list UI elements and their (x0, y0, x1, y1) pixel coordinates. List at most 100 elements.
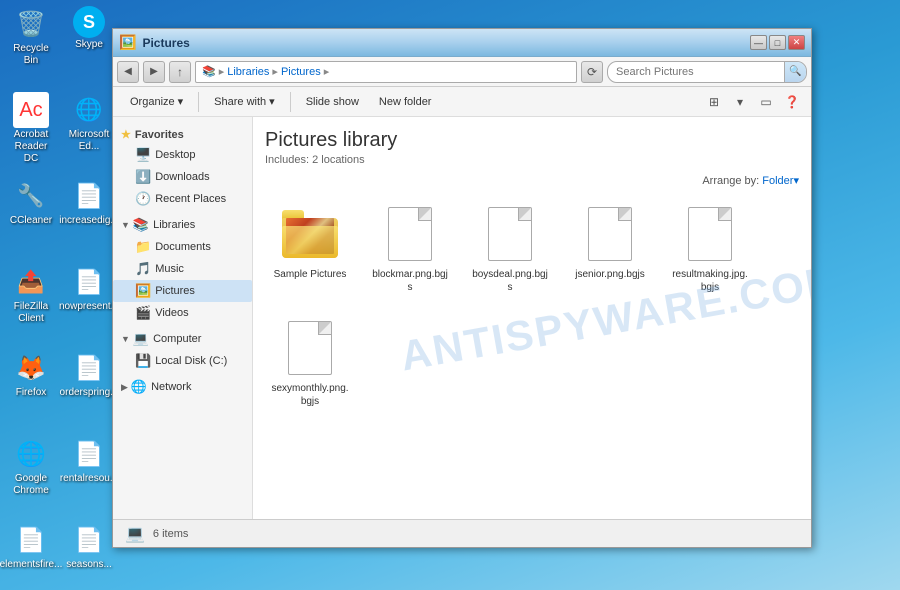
breadcrumb-libraries-label[interactable]: Libraries (227, 66, 269, 78)
sidebar-item-localdisk[interactable]: 💾 Local Disk (C:) (113, 350, 252, 372)
file-item-sexymonthly[interactable]: sexymonthly.png.bgjs (265, 311, 355, 415)
close-button[interactable]: ✕ (788, 35, 805, 50)
orderspring-label: orderspring... (60, 387, 119, 399)
preview-pane-button[interactable]: ▭ (755, 91, 777, 113)
computer-header[interactable]: ▼ 💻 Computer (113, 328, 252, 350)
documents-icon: 📁 (135, 239, 151, 255)
acrobat-icon: Ac (13, 92, 49, 128)
help-button[interactable]: ❓ (781, 91, 803, 113)
file-item-jsenior[interactable]: jsenior.png.bgjs (565, 197, 655, 301)
search-input[interactable] (608, 66, 784, 78)
organize-arrow: ▾ (178, 95, 184, 108)
file-item-boysdeal[interactable]: boysdeal.png.bgjs (465, 197, 555, 301)
downloads-label: Downloads (155, 171, 209, 183)
desktop-icon-skype[interactable]: S Skype (62, 4, 116, 53)
pictures-icon: 🖼️ (135, 283, 151, 299)
sidebar-item-recent[interactable]: 🕐 Recent Places (113, 188, 252, 210)
window-icon: 🖼️ (119, 34, 136, 51)
file-label-jsenior: jsenior.png.bgjs (575, 268, 645, 281)
slideshow-label: Slide show (306, 96, 359, 108)
favorites-header[interactable]: ★ Favorites (113, 125, 252, 144)
sidebar-item-documents[interactable]: 📁 Documents (113, 236, 252, 258)
file-label-resultmaking: resultmaking.jpg.bgjs (670, 268, 750, 294)
desktop-icon-filezilla[interactable]: 📤 FileZilla Client (4, 262, 58, 327)
orderspring-icon: 📄 (71, 350, 107, 386)
address-bar: ◀ ▶ ↑ 📚 ▸ Libraries ▸ Pictures ▸ ⟳ 🔍 (113, 57, 811, 87)
skype-label: Skype (75, 39, 103, 51)
files-grid: Sample Pictures blockmar.png.bgjs boysde… (265, 197, 799, 415)
arrange-value[interactable]: Folder (762, 175, 793, 187)
sidebar-item-videos[interactable]: 🎬 Videos (113, 302, 252, 324)
share-with-button[interactable]: Share with ▾ (205, 90, 284, 114)
desktop-icon-rentalresou[interactable]: 📄 rentalresou... (62, 434, 116, 487)
recycle-bin-icon: 🗑️ (13, 6, 49, 42)
window-controls: — □ ✕ (750, 35, 805, 50)
sidebar-item-downloads[interactable]: ⬇️ Downloads (113, 166, 252, 188)
file-item-resultmaking[interactable]: resultmaking.jpg.bgjs (665, 197, 755, 301)
file-label-blockmar: blockmar.png.bgjs (370, 268, 450, 294)
statusbar-count: 6 items (153, 528, 188, 540)
desktop-icon-nowpresent[interactable]: 📄 nowpresent... (62, 262, 116, 315)
increasedig-label: increasedig... (59, 215, 118, 227)
computer-label: Computer (153, 333, 201, 345)
folder-icon-sample (280, 204, 340, 264)
sidebar-item-desktop[interactable]: 🖥️ Desktop (113, 144, 252, 166)
network-label: Network (151, 381, 191, 393)
toolbar-right: ⊞ ▾ ▭ ❓ (703, 91, 803, 113)
organize-button[interactable]: Organize ▾ (121, 90, 192, 114)
breadcrumb-pictures-label[interactable]: Pictures (281, 66, 321, 78)
maximize-button[interactable]: □ (769, 35, 786, 50)
desktop-icon-elementsfire[interactable]: 📄 elementsfire... (4, 520, 58, 573)
rentalresou-icon: 📄 (71, 436, 107, 472)
recycle-bin-label: Recycle Bin (6, 43, 56, 67)
file-item-blockmar[interactable]: blockmar.png.bgjs (365, 197, 455, 301)
desktop-icon-increasedig[interactable]: 📄 increasedig... (62, 176, 116, 229)
increasedig-icon: 📄 (71, 178, 107, 214)
libraries-header[interactable]: ▼ 📚 Libraries (113, 214, 252, 236)
desktop-icon-firefox[interactable]: 🦊 Firefox (4, 348, 58, 401)
elementsfire-label: elementsfire... (0, 559, 62, 571)
view-dropdown-button[interactable]: ▾ (729, 91, 751, 113)
desktop-icon-msedge[interactable]: 🌐 Microsoft Ed... (62, 90, 116, 155)
localdisk-label: Local Disk (C:) (155, 355, 227, 367)
arrange-arrow[interactable]: ▾ (793, 174, 799, 187)
breadcrumb-libraries[interactable]: 📚 (202, 65, 216, 78)
refresh-button[interactable]: ⟳ (581, 61, 603, 83)
firefox-icon: 🦊 (13, 350, 49, 386)
videos-label: Videos (155, 307, 188, 319)
desktop-icon-ccleaner[interactable]: 🔧 CCleaner (4, 176, 58, 229)
file-icon-resultmaking (680, 204, 740, 264)
slideshow-button[interactable]: Slide show (297, 90, 368, 114)
desktop-icon-orderspring[interactable]: 📄 orderspring... (62, 348, 116, 401)
music-icon: 🎵 (135, 261, 151, 277)
share-label: Share with (214, 96, 266, 108)
search-button[interactable]: 🔍 (784, 61, 806, 83)
desktop-icon-acrobat[interactable]: Ac Acrobat Reader DC (4, 90, 58, 167)
file-icon-boysdeal (480, 204, 540, 264)
toolbar-separator-1 (198, 92, 199, 112)
up-button[interactable]: ↑ (169, 61, 191, 83)
nowpresent-label: nowpresent... (59, 301, 119, 313)
explorer-window: 🖼️ Pictures — □ ✕ ◀ ▶ ↑ 📚 ▸ Libraries ▸ … (112, 28, 812, 548)
toolbar-separator-2 (290, 92, 291, 112)
seasons-label: seasons... (66, 559, 112, 571)
new-folder-button[interactable]: New folder (370, 90, 441, 114)
sidebar-item-music[interactable]: 🎵 Music (113, 258, 252, 280)
view-extra-button[interactable]: ⊞ (703, 91, 725, 113)
desktop-icon-seasons[interactable]: 📄 seasons... (62, 520, 116, 573)
sidebar-item-pictures[interactable]: 🖼️ Pictures (113, 280, 252, 302)
desktop-icon-recycle-bin[interactable]: 🗑️ Recycle Bin (4, 4, 58, 69)
chrome-icon: 🌐 (13, 436, 49, 472)
network-header[interactable]: ▶ 🌐 Network (113, 376, 252, 398)
file-item-sample-pictures[interactable]: Sample Pictures (265, 197, 355, 301)
arrange-label: Arrange by: (702, 175, 759, 187)
file-icon-sexymonthly (280, 318, 340, 378)
statusbar: 💻 6 items (113, 519, 811, 547)
forward-button[interactable]: ▶ (143, 61, 165, 83)
desktop-icon-chrome[interactable]: 🌐 Google Chrome (4, 434, 58, 499)
back-button[interactable]: ◀ (117, 61, 139, 83)
desktop-label: Desktop (155, 149, 195, 161)
ccleaner-icon: 🔧 (13, 178, 49, 214)
breadcrumb[interactable]: 📚 ▸ Libraries ▸ Pictures ▸ (195, 61, 577, 83)
minimize-button[interactable]: — (750, 35, 767, 50)
